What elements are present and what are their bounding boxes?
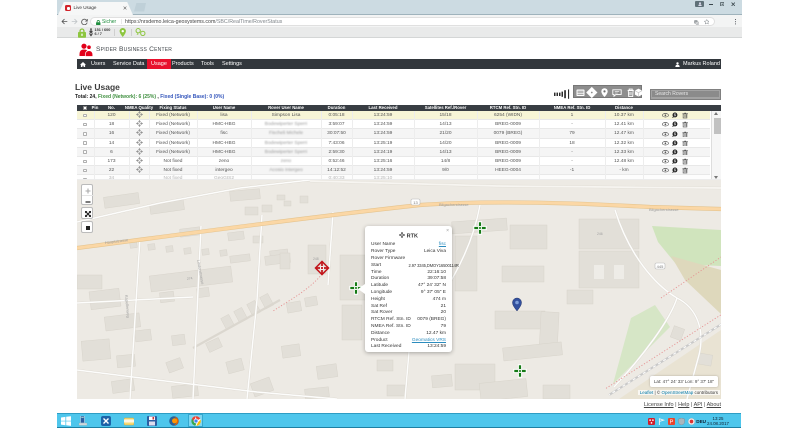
- svg-text:274: 274: [187, 276, 193, 281]
- svg-text:Bilgacherstrasse: Bilgacherstrasse: [439, 202, 469, 207]
- svg-text:Bilgacherstrasse: Bilgacherstrasse: [649, 207, 679, 212]
- svg-text:248: 248: [313, 257, 319, 261]
- svg-text:246: 246: [597, 232, 603, 236]
- svg-text:445: 445: [657, 264, 664, 269]
- svg-text:P: P: [670, 420, 674, 425]
- svg-text:13: 13: [413, 200, 418, 205]
